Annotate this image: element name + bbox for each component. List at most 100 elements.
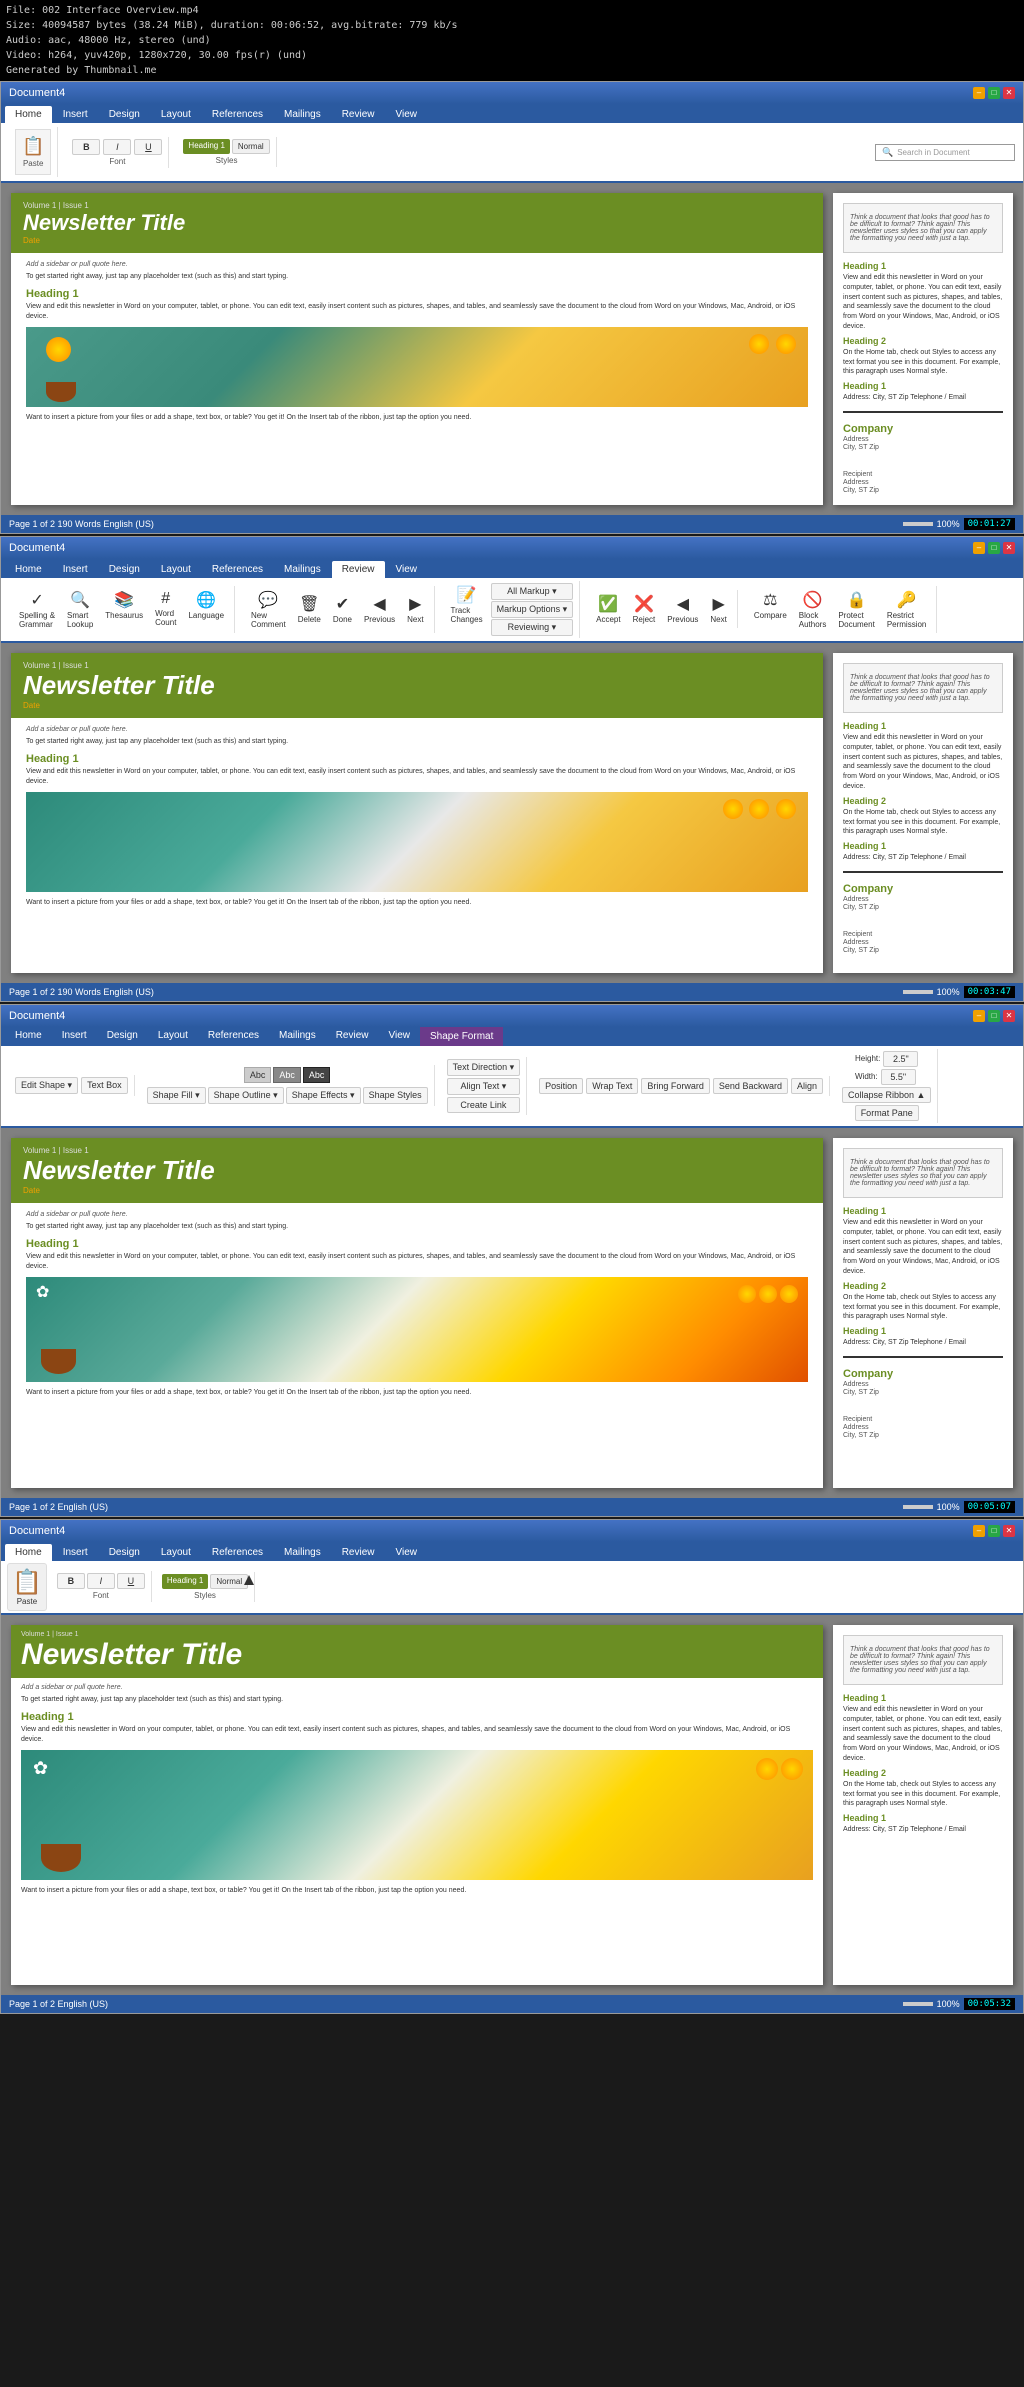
block-authors-btn[interactable]: 🚫 BlockAuthors	[795, 588, 831, 631]
shape-outline-btn[interactable]: Shape Outline ▾	[208, 1087, 284, 1104]
create-link-btn[interactable]: Create Link	[447, 1097, 521, 1113]
bold-btn-4[interactable]: B	[57, 1573, 85, 1589]
tab-view-2[interactable]: View	[386, 561, 428, 578]
abc-btn-2[interactable]: Abc	[273, 1067, 301, 1083]
tab-layout-2[interactable]: Layout	[151, 561, 201, 578]
tab-design-2[interactable]: Design	[99, 561, 150, 578]
bring-forward-btn[interactable]: Bring Forward	[641, 1078, 710, 1094]
tab-mailings-4[interactable]: Mailings	[274, 1544, 331, 1561]
next-comment-btn[interactable]: ▶ Next	[403, 592, 427, 626]
edit-shape-btn[interactable]: Edit Shape ▾	[15, 1077, 78, 1094]
tab-insert-1[interactable]: Insert	[53, 106, 98, 123]
abc-btn-3[interactable]: Abc	[303, 1067, 331, 1083]
shape-effects-btn[interactable]: Shape Effects ▾	[286, 1087, 361, 1104]
tab-mailings-1[interactable]: Mailings	[274, 106, 331, 123]
prev-change-btn[interactable]: ◀ Previous	[663, 592, 702, 626]
close-btn-1[interactable]: ✕	[1003, 87, 1015, 99]
close-btn-3[interactable]: ✕	[1003, 1010, 1015, 1022]
tab-insert-3[interactable]: Insert	[52, 1027, 97, 1046]
tab-layout-4[interactable]: Layout	[151, 1544, 201, 1561]
align-btn[interactable]: Align	[791, 1078, 823, 1094]
spelling-btn[interactable]: ✓ Spelling &Grammar	[15, 588, 59, 631]
text-direction-btn[interactable]: Text Direction ▾	[447, 1059, 521, 1076]
italic-btn[interactable]: I	[103, 139, 131, 155]
shape-fill-btn[interactable]: Shape Fill ▾	[147, 1087, 206, 1104]
restore-btn-1[interactable]: □	[988, 87, 1000, 99]
delete-comment-btn[interactable]: 🗑 Delete	[294, 592, 325, 626]
language-btn[interactable]: 🌐 Language	[184, 588, 228, 631]
tab-mailings-2[interactable]: Mailings	[274, 561, 331, 578]
next-change-btn[interactable]: ▶ Next	[706, 592, 730, 626]
accept-btn[interactable]: ✅ Accept	[592, 592, 624, 626]
markup-options-btn[interactable]: Markup Options ▾	[491, 601, 574, 618]
minimize-btn-3[interactable]: –	[973, 1010, 985, 1022]
tab-review-2[interactable]: Review	[332, 561, 385, 578]
tab-review-1[interactable]: Review	[332, 106, 385, 123]
all-markup-btn[interactable]: All Markup ▾	[491, 583, 574, 600]
tab-home-2[interactable]: Home	[5, 561, 52, 578]
style-heading1[interactable]: Heading 1	[183, 139, 229, 154]
minimize-btn-2[interactable]: –	[973, 542, 985, 554]
height-value[interactable]: 2.5"	[883, 1051, 918, 1067]
zoom-slider-4[interactable]	[873, 2002, 933, 2006]
tab-design-4[interactable]: Design	[99, 1544, 150, 1561]
tab-view-1[interactable]: View	[386, 106, 428, 123]
zoom-slider-1[interactable]	[873, 522, 933, 526]
italic-btn-4[interactable]: I	[87, 1573, 115, 1589]
reviewing-btn[interactable]: Reviewing ▾	[491, 619, 574, 636]
tab-design-3[interactable]: Design	[97, 1027, 148, 1046]
tab-insert-4[interactable]: Insert	[53, 1544, 98, 1561]
wrap-text-btn[interactable]: Wrap Text	[586, 1078, 638, 1094]
zoom-slider-2[interactable]	[873, 990, 933, 994]
restore-btn-3[interactable]: □	[988, 1010, 1000, 1022]
tab-design-1[interactable]: Design	[99, 106, 150, 123]
collapse-ribbon-btn[interactable]: Collapse Ribbon ▲	[842, 1087, 931, 1103]
smart-lookup-btn[interactable]: 🔍 SmartLookup	[63, 588, 97, 631]
tab-home-4[interactable]: Home	[5, 1544, 52, 1561]
minimize-btn-4[interactable]: –	[973, 1525, 985, 1537]
done-btn[interactable]: ✔ Done	[329, 592, 356, 626]
close-btn-2[interactable]: ✕	[1003, 542, 1015, 554]
protect-btn[interactable]: 🔒 ProtectDocument	[834, 588, 878, 631]
tab-review-4[interactable]: Review	[332, 1544, 385, 1561]
send-backward-btn[interactable]: Send Backward	[713, 1078, 788, 1094]
bold-btn[interactable]: B	[72, 139, 100, 155]
restore-btn-2[interactable]: □	[988, 542, 1000, 554]
tab-home-3[interactable]: Home	[5, 1027, 52, 1046]
tab-references-3[interactable]: References	[198, 1027, 269, 1046]
tab-layout-3[interactable]: Layout	[148, 1027, 198, 1046]
abc-btn-1[interactable]: Abc	[244, 1067, 272, 1083]
shape-styles-btn[interactable]: Shape Styles	[363, 1087, 428, 1104]
format-pane-btn[interactable]: Format Pane	[855, 1105, 919, 1121]
tab-view-3[interactable]: View	[379, 1027, 421, 1046]
tab-layout-1[interactable]: Layout	[151, 106, 201, 123]
restore-btn-4[interactable]: □	[988, 1525, 1000, 1537]
reject-btn[interactable]: ❌ Reject	[629, 592, 660, 626]
thesaurus-btn[interactable]: 📚 Thesaurus	[101, 588, 147, 631]
prev-comment-btn[interactable]: ◀ Previous	[360, 592, 399, 626]
tab-review-3[interactable]: Review	[326, 1027, 379, 1046]
track-changes-btn[interactable]: 📝 TrackChanges	[447, 583, 487, 636]
style-normal-4[interactable]: Normal	[210, 1574, 248, 1589]
style-normal[interactable]: Normal	[232, 139, 270, 154]
tab-mailings-3[interactable]: Mailings	[269, 1027, 326, 1046]
tab-insert-2[interactable]: Insert	[53, 561, 98, 578]
underline-btn[interactable]: U	[134, 139, 162, 155]
align-text-btn[interactable]: Align Text ▾	[447, 1078, 521, 1095]
word-count-btn[interactable]: # WordCount	[151, 588, 180, 631]
tab-references-2[interactable]: References	[202, 561, 273, 578]
style-heading1-4[interactable]: Heading 1	[162, 1574, 208, 1589]
zoom-slider-3[interactable]	[873, 1505, 933, 1509]
paste-btn-label[interactable]: Paste	[17, 1597, 37, 1606]
tab-home-1[interactable]: Home	[5, 106, 52, 123]
tab-view-4[interactable]: View	[386, 1544, 428, 1561]
new-comment-btn[interactable]: 💬 NewComment	[247, 588, 290, 631]
width-value[interactable]: 5.5"	[881, 1069, 916, 1085]
underline-btn-4[interactable]: U	[117, 1573, 145, 1589]
tab-references-4[interactable]: References	[202, 1544, 273, 1561]
text-box-btn[interactable]: Text Box	[81, 1077, 128, 1094]
search-bar-1[interactable]: 🔍 Search in Document	[875, 144, 1015, 161]
compare-btn[interactable]: ⚖ Compare	[750, 588, 791, 631]
restrict-btn[interactable]: 🔑 RestrictPermission	[883, 588, 931, 631]
close-btn-4[interactable]: ✕	[1003, 1525, 1015, 1537]
